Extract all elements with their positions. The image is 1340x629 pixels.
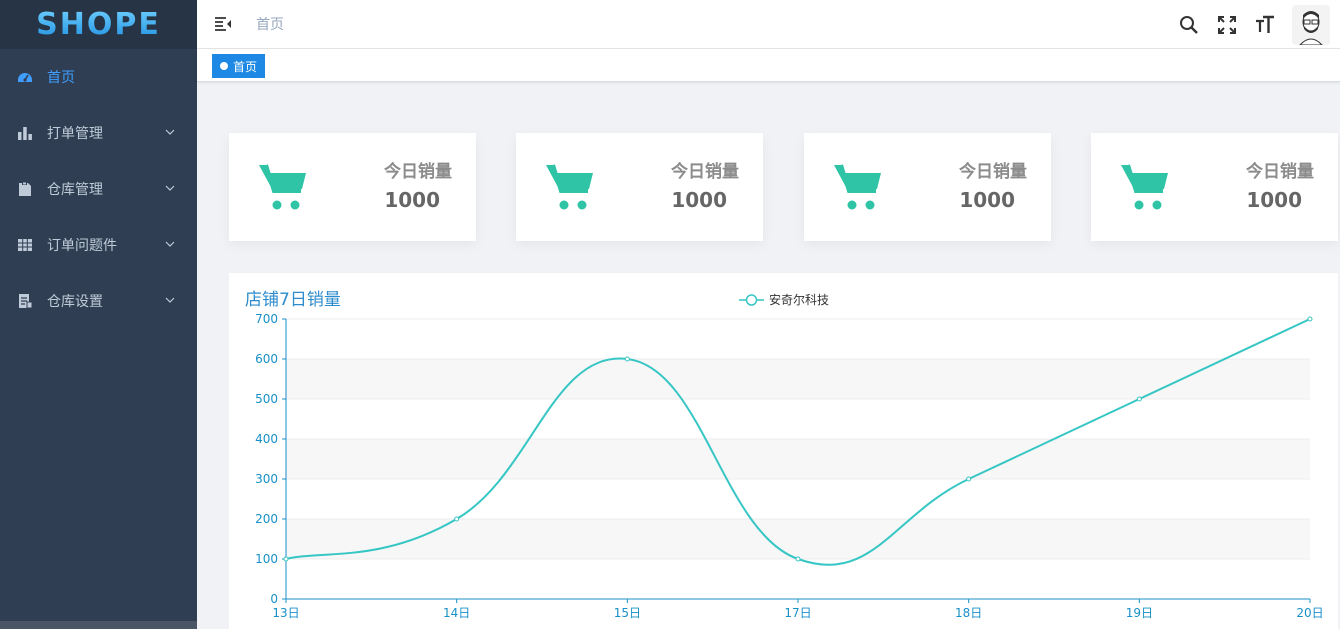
tag-home[interactable]: 首页 <box>212 54 266 78</box>
data-point <box>624 356 630 362</box>
grid-band <box>286 439 1310 479</box>
stat-label: 今日销量 <box>959 162 1027 182</box>
x-tick-label: 19日 <box>1126 606 1153 620</box>
y-tick-label: 300 <box>255 472 278 486</box>
cart-icon <box>1121 164 1168 210</box>
breadcrumb[interactable]: 首页 <box>256 14 284 34</box>
sidebar-item-home[interactable]: 首页 <box>0 49 197 105</box>
y-tick-label: 600 <box>255 352 278 366</box>
sidebar-item-label: 打单管理 <box>47 126 103 142</box>
document-icon <box>17 293 33 309</box>
chevron-down-icon <box>165 297 175 303</box>
y-tick-label: 200 <box>255 512 278 526</box>
clipboard-icon <box>17 181 33 197</box>
y-tick-label: 500 <box>255 392 278 406</box>
cart-icon <box>546 164 593 210</box>
tags-view: 首页 <box>197 49 1340 82</box>
data-point <box>1307 316 1313 322</box>
table-icon <box>17 237 33 253</box>
y-tick-label: 0 <box>270 592 278 606</box>
chevron-down-icon <box>165 129 175 135</box>
stat-label: 今日销量 <box>671 162 739 182</box>
chevron-down-icon <box>165 185 175 191</box>
x-tick-label: 13日 <box>272 606 299 620</box>
logo-text: SHOPE <box>36 7 161 42</box>
sidebar-item-label: 仓库设置 <box>47 294 103 310</box>
line-chart: 0 100 200 300 400 500 600 700 13日 14日 15日 17日 18日 19日… <box>245 290 1324 620</box>
dashboard-icon <box>17 69 33 85</box>
stat-value: 1000 <box>1246 188 1302 212</box>
stat-value: 1000 <box>384 188 440 212</box>
sidebar-item-order-issues[interactable]: 订单问题件 <box>0 217 197 273</box>
stat-card: 今日销量 1000 <box>1091 133 1338 241</box>
chevron-down-icon <box>165 241 175 247</box>
bar-chart-icon <box>17 125 33 141</box>
logo[interactable]: SHOPE <box>0 0 197 49</box>
stat-value: 1000 <box>959 188 1015 212</box>
y-tick-label: 700 <box>255 312 278 326</box>
cart-icon <box>259 164 306 210</box>
stat-label: 今日销量 <box>1246 162 1314 182</box>
stat-card: 今日销量 1000 <box>229 133 476 241</box>
chart-title: 店铺7日销量 <box>245 290 341 310</box>
x-tick-label: 14日 <box>443 606 470 620</box>
sidebar: SHOPE 首页 打单管理 仓库管理 订单问题件 仓库设置 <box>0 0 197 629</box>
search-icon[interactable] <box>1178 14 1200 36</box>
sidebar-item-print-orders[interactable]: 打单管理 <box>0 105 197 161</box>
sidebar-scrollbar[interactable] <box>0 621 197 629</box>
sidebar-item-label: 仓库管理 <box>47 182 103 198</box>
sidebar-item-warehouse[interactable]: 仓库管理 <box>0 161 197 217</box>
menu-toggle-icon[interactable] <box>214 15 232 33</box>
tag-dot <box>220 62 228 70</box>
stat-value: 1000 <box>671 188 727 212</box>
stat-card: 今日销量 1000 <box>516 133 763 241</box>
sidebar-item-warehouse-settings[interactable]: 仓库设置 <box>0 273 197 329</box>
data-point <box>1136 396 1142 402</box>
y-tick-label: 100 <box>255 552 278 566</box>
top-navbar: 首页 <box>197 0 1340 49</box>
data-point <box>966 476 972 482</box>
tag-label: 首页 <box>233 59 258 74</box>
x-tick-label: 20日 <box>1296 606 1323 620</box>
navbar-actions <box>1178 0 1330 49</box>
data-point <box>795 556 801 562</box>
x-tick-label: 17日 <box>784 606 811 620</box>
sidebar-item-label: 订单问题件 <box>47 238 117 254</box>
grid-band <box>286 519 1310 559</box>
data-point <box>283 556 289 562</box>
fullscreen-icon[interactable] <box>1216 14 1238 36</box>
grid-band <box>286 359 1310 399</box>
x-tick-label: 15日 <box>614 606 641 620</box>
sidebar-item-label: 首页 <box>47 70 75 86</box>
legend-label: 安奇尔科技 <box>769 292 829 307</box>
cart-icon <box>834 164 881 210</box>
x-tick-label: 18日 <box>955 606 982 620</box>
font-size-icon[interactable] <box>1254 14 1276 36</box>
stat-card: 今日销量 1000 <box>804 133 1051 241</box>
stat-label: 今日销量 <box>384 162 452 182</box>
legend-marker <box>745 294 758 306</box>
avatar[interactable] <box>1292 4 1330 45</box>
data-point <box>454 516 460 522</box>
sales-chart-panel: 0 100 200 300 400 500 600 700 13日 14日 15日 17日 18日 19日… <box>229 273 1338 629</box>
y-tick-label: 400 <box>255 432 278 446</box>
